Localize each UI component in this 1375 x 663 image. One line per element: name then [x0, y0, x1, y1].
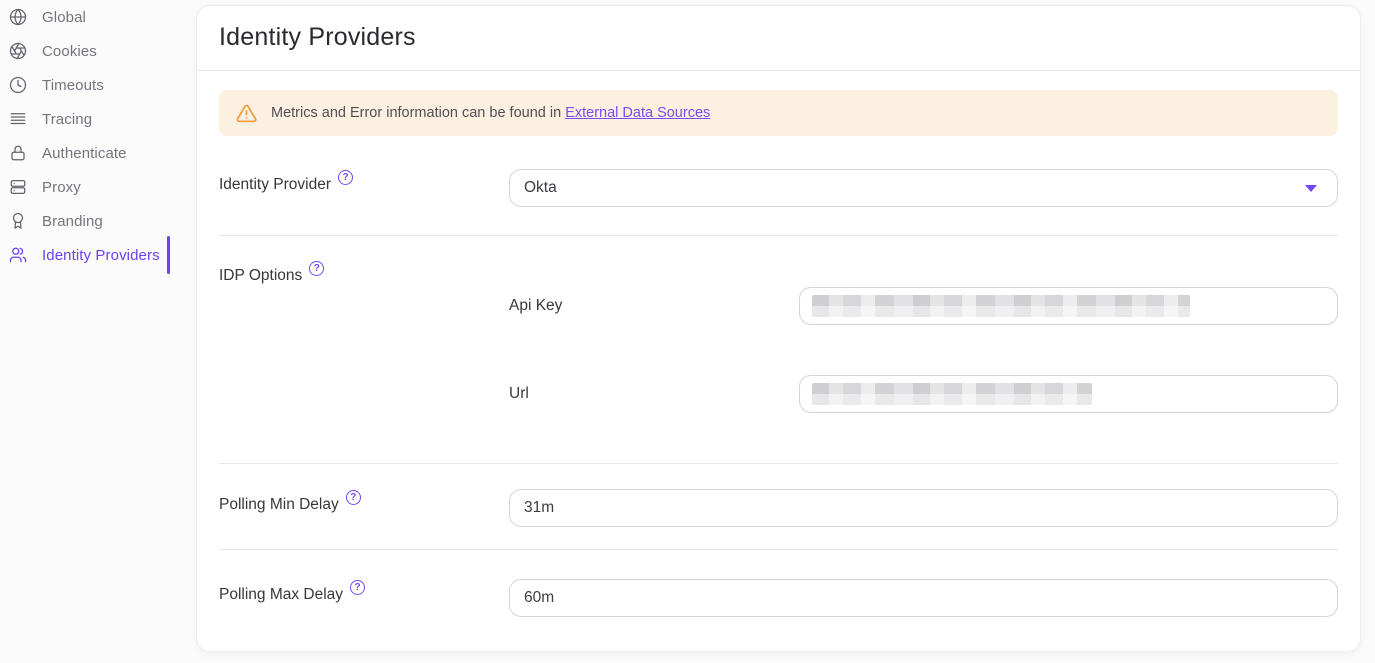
- polling-max-delay-row: Polling Max Delay: [219, 550, 1338, 617]
- lock-icon: [9, 144, 27, 162]
- sidebar-item-identity-providers[interactable]: Identity Providers: [0, 238, 196, 272]
- sidebar-item-label: Tracing: [42, 111, 92, 128]
- warning-triangle-icon: [236, 103, 257, 124]
- users-icon: [9, 246, 27, 264]
- identity-provider-label-wrap: Identity Provider: [219, 169, 509, 194]
- external-data-sources-link[interactable]: External Data Sources: [565, 105, 710, 121]
- help-icon[interactable]: [350, 580, 365, 595]
- lines-icon: [9, 110, 27, 128]
- sidebar-item-label: Identity Providers: [42, 247, 160, 264]
- server-icon: [9, 178, 27, 196]
- polling-min-delay-input[interactable]: [509, 489, 1338, 527]
- help-icon[interactable]: [346, 490, 361, 505]
- globe-icon: [9, 8, 27, 26]
- url-label: Url: [509, 385, 799, 403]
- page-title: Identity Providers: [219, 23, 1338, 52]
- sidebar-item-label: Authenticate: [42, 145, 127, 162]
- polling-max-delay-label-wrap: Polling Max Delay: [219, 579, 509, 604]
- api-key-control: [799, 287, 1338, 325]
- sidebar-item-label: Global: [42, 9, 86, 26]
- idp-options-fields: Api Key Url: [509, 266, 1338, 463]
- idp-options-label-wrap: IDP Options: [219, 266, 509, 285]
- help-icon[interactable]: [338, 170, 353, 185]
- polling-min-delay-label-wrap: Polling Min Delay: [219, 489, 509, 514]
- sidebar-item-proxy[interactable]: Proxy: [0, 170, 196, 204]
- idp-options-row: IDP Options Api Key Url: [219, 236, 1338, 464]
- sidebar-item-label: Cookies: [42, 43, 97, 60]
- redacted-value: [812, 295, 1190, 317]
- url-input[interactable]: [799, 375, 1338, 413]
- identity-provider-selected-value: Okta: [524, 179, 557, 197]
- api-key-input[interactable]: [799, 287, 1338, 325]
- sidebar-item-cookies[interactable]: Cookies: [0, 34, 196, 68]
- panel-header: Identity Providers: [197, 6, 1360, 71]
- polling-max-delay-label: Polling Max Delay: [219, 585, 343, 604]
- redacted-value: [812, 383, 1092, 405]
- identity-provider-control: Okta: [509, 169, 1338, 207]
- polling-min-delay-label: Polling Min Delay: [219, 495, 339, 514]
- identity-provider-select[interactable]: Okta: [509, 169, 1338, 207]
- url-control: [799, 375, 1338, 413]
- sidebar-item-label: Timeouts: [42, 77, 104, 94]
- polling-max-delay-control: [509, 579, 1338, 617]
- banner-message: Metrics and Error information can be fou…: [271, 105, 561, 121]
- metrics-warning-banner: Metrics and Error information can be fou…: [219, 90, 1338, 136]
- api-key-label: Api Key: [509, 297, 799, 315]
- polling-min-delay-control: [509, 489, 1338, 527]
- banner-text: Metrics and Error information can be fou…: [271, 105, 710, 121]
- chevron-down-icon: [1305, 185, 1317, 192]
- help-icon[interactable]: [309, 261, 324, 276]
- sidebar-item-authenticate[interactable]: Authenticate: [0, 136, 196, 170]
- polling-max-delay-input[interactable]: [509, 579, 1338, 617]
- identity-provider-label: Identity Provider: [219, 175, 331, 194]
- polling-min-delay-row: Polling Min Delay: [219, 464, 1338, 550]
- sidebar-item-branding[interactable]: Branding: [0, 204, 196, 238]
- sidebar-item-tracing[interactable]: Tracing: [0, 102, 196, 136]
- sidebar-item-label: Branding: [42, 213, 103, 230]
- sidebar-item-global[interactable]: Global: [0, 0, 196, 34]
- sidebar-item-timeouts[interactable]: Timeouts: [0, 68, 196, 102]
- aperture-icon: [9, 42, 27, 60]
- panel-content: Metrics and Error information can be fou…: [197, 90, 1360, 617]
- settings-sidebar: Global Cookies Timeouts Tracing Authenti…: [0, 0, 196, 272]
- clock-icon: [9, 76, 27, 94]
- award-icon: [9, 212, 27, 230]
- identity-providers-panel: Identity Providers Metrics and Error inf…: [196, 5, 1361, 652]
- url-field-row: Url: [509, 375, 1338, 413]
- api-key-field-row: Api Key: [509, 287, 1338, 325]
- sidebar-item-label: Proxy: [42, 179, 81, 196]
- identity-provider-row: Identity Provider Okta: [219, 136, 1338, 236]
- idp-options-label: IDP Options: [219, 266, 302, 285]
